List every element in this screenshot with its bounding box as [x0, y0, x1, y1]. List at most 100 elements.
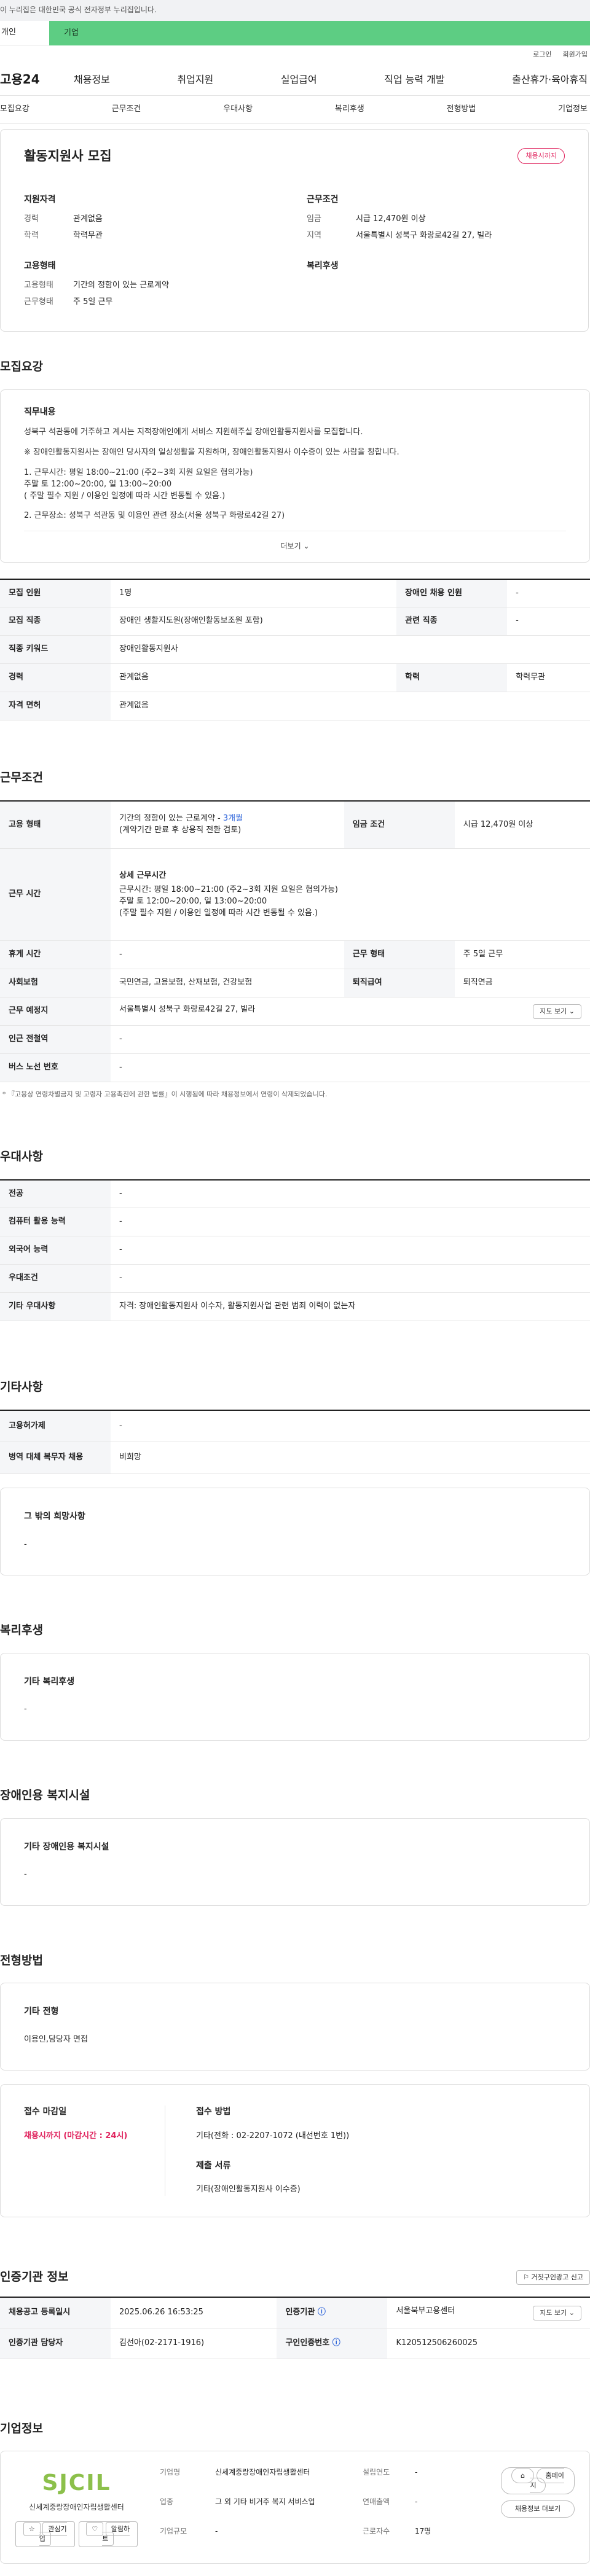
heart-icon: ♡ [86, 2521, 104, 2536]
founded-value: - [415, 2468, 418, 2477]
gnb-item-unemployment[interactable]: 실업급여 [281, 72, 317, 87]
company-name-label: 기업명 [160, 2468, 181, 2477]
agency-label: 인증기관 ⓘ [277, 2297, 388, 2328]
gnb-item-parental-leave[interactable]: 출산휴가·육아휴직 [512, 72, 588, 87]
other-preference-label: 기타 우대사항 [0, 1292, 111, 1322]
chevron-down-icon: ⌄ [568, 2308, 575, 2317]
deadline-value: 채용시까지 (마감시간 : 24시) [24, 2131, 128, 2141]
contract-months: 3개월 [222, 814, 243, 824]
shift-type-value: 주 5일 근무 [454, 940, 590, 970]
facility-card-value: - [24, 1869, 27, 1879]
education-label: 학력 [396, 663, 508, 693]
tab-prefer[interactable]: 우대사항 [223, 104, 253, 115]
insurance-value: 국민연금, 고용보험, 산재보험, 건강보험 [111, 969, 344, 998]
wage-value: 시급 12,470원 이상 [356, 214, 426, 224]
registered-at-label: 채용공고 등록일시 [0, 2297, 111, 2328]
bus-value: - [111, 1053, 590, 1083]
qual-career-label: 경력 [24, 214, 39, 224]
info-icon[interactable]: ⓘ [332, 2338, 340, 2348]
welfare-block: 복리후생 [307, 260, 565, 313]
gov-banner: 이 누리집은 대한민국 공식 전자정부 누리집입니다. [0, 0, 590, 21]
employment-type-note: (계약기간 만료 후 상용직 전환 검토) [119, 825, 242, 835]
duty-text-3: 1. 근무시간: 평일 18:00~21:00 (주2~3회 지원 요일은 협의… [24, 467, 253, 501]
map-view-button[interactable]: 지도 보기 ⌄ [533, 1004, 581, 1019]
work-hours-heading: 상세 근무시간 [119, 871, 167, 881]
more-button[interactable]: 더보기 ⌄ [24, 531, 566, 555]
sales-label: 연매출액 [363, 2497, 390, 2507]
other-preference-value: 자격: 장애인활동지원사 이수자, 활동지원사업 관련 범죄 이력이 없는자 [111, 1292, 590, 1322]
recruit-table: 모집 인원 1명 장애인 채용 인원 - 모집 직종 장애인 생활지도원(장애인… [0, 578, 590, 721]
documents-value: 기타(장애인활동지원사 이수증) [196, 2184, 301, 2194]
education-value: 학력무관 [507, 663, 590, 693]
facility-card-heading: 기타 장애인용 복지시설 [24, 1841, 109, 1852]
join-link[interactable]: 회원가입 [563, 50, 588, 60]
gnb-item-jobs[interactable]: 채용정보 [74, 72, 110, 87]
tab-recruit[interactable]: 모집요강 [0, 104, 30, 115]
job-category-value: 장애인 생활지도원(장애인활동보조원 포함) [111, 607, 397, 636]
gnb-item-employment-support[interactable]: 취업지원 [177, 72, 213, 87]
bus-label: 버스 노선 번호 [0, 1053, 111, 1083]
disabled-count-value: - [507, 579, 590, 608]
job-number-label-text: 구인인증번호 [285, 2338, 330, 2348]
tab-selection[interactable]: 전형방법 [447, 104, 476, 115]
emp-type-value: 기간의 정함이 있는 근로계약 [73, 280, 169, 290]
founded-label: 설립연도 [363, 2468, 390, 2477]
emp-type-label: 고용형태 [24, 280, 53, 290]
other-wish-card: 그 밖의 희망사항 - [0, 1488, 590, 1576]
major-label: 전공 [0, 1179, 111, 1209]
selection-section-title: 전형방법 [0, 1953, 43, 1967]
disabled-count-label: 장애인 채용 인원 [396, 579, 508, 608]
report-fake-ad-button[interactable]: ⚐ 거짓구인광고 신고 [516, 2270, 590, 2285]
homepage-label: 홈페이지 [530, 2468, 564, 2494]
selection-card: 기타 전형 이용인,담당자 면접 [0, 1983, 590, 2071]
qual-edu-label: 학력 [24, 230, 39, 240]
company-jobs-button[interactable]: 채용정보 더보기 [501, 2500, 575, 2518]
tab-personal[interactable]: 개인 [0, 21, 49, 45]
login-link[interactable]: 로그인 [533, 50, 551, 60]
job-number-label: 구인인증번호 ⓘ [277, 2328, 388, 2359]
interest-company-button[interactable]: ☆ 관심기업 [15, 2521, 75, 2547]
agency-map-button[interactable]: 지도 보기 ⌄ [533, 2305, 581, 2320]
region-label: 지역 [307, 230, 321, 240]
method-value: 기타(전화 : 02-2207-1072 (내선번호 1번)) [196, 2131, 350, 2141]
insurance-label: 사회보험 [0, 969, 111, 998]
homepage-button[interactable]: ⌂ 홈페이지 [501, 2467, 575, 2495]
qualification-block: 지원자격 경력 관계없음 학력 학력무관 [24, 193, 282, 246]
license-value: 관계없음 [111, 692, 590, 721]
method-heading: 접수 방법 [196, 2107, 231, 2117]
etc-section-title: 기타사항 [0, 1380, 43, 1394]
agency-section-title: 인증기관 정보 [0, 2270, 69, 2284]
computer-skill-value: - [111, 1208, 590, 1237]
language-label: 외국어 능력 [0, 1236, 111, 1265]
info-icon[interactable]: ⓘ [318, 2308, 326, 2317]
documents-heading: 제출 서류 [196, 2160, 231, 2171]
employment-permit-label: 고용허가제 [0, 1410, 111, 1443]
job-number-value: K120512506260025 [387, 2328, 590, 2359]
preference-value: - [111, 1264, 590, 1294]
map-view-label: 지도 보기 [540, 1007, 567, 1015]
duty-text-4: 2. 근무장소: 성북구 석관동 및 이용인 관련 장소(서울 성북구 화랑로4… [24, 511, 285, 521]
agency-table: 채용공고 등록일시 2025.06.26 16:53:25 인증기관 ⓘ 서울북… [0, 2297, 590, 2359]
employment-heading: 고용형태 [24, 261, 56, 271]
tab-business[interactable]: 기업 [49, 21, 590, 45]
gnb-item-training[interactable]: 직업 능력 개발 [384, 72, 445, 87]
tab-welfare[interactable]: 복리후생 [335, 104, 364, 115]
tab-work[interactable]: 근무조건 [112, 104, 141, 115]
tab-company[interactable]: 기업정보 [558, 104, 588, 115]
break-time-label: 휴게 시간 [0, 940, 111, 970]
company-logo: SJCIL [42, 2470, 111, 2496]
interest-company-label: 관심기업 [39, 2521, 67, 2546]
company-fields: 기업명 신세계중랑장애인자립생활센터 설립연도 - 업종 그 외 기타 비거주 … [138, 2467, 501, 2547]
welfare-section-title: 복리후생 [0, 1623, 43, 1637]
job-title: 활동지원사 모집 [24, 149, 112, 163]
alert-button[interactable]: ♡ 알림하트 [78, 2521, 138, 2547]
major-value: - [111, 1179, 590, 1209]
career-value: 관계없음 [111, 663, 397, 693]
more-label: 더보기 [280, 542, 301, 551]
site-logo[interactable]: 고용24 [0, 71, 74, 88]
facility-section-title: 장애인용 복지시설 [0, 1789, 90, 1803]
age-footnote: * 『고용상 연령차별금지 및 고령자 고용촉진에 관한 법률』이 시행됨에 따… [2, 1090, 328, 1099]
section-tabs: 모집요강 근무조건 우대사항 복리후생 전형방법 기업정보 [0, 96, 590, 124]
gov-banner-text: 이 누리집은 대한민국 공식 전자정부 누리집입니다. [0, 6, 157, 15]
agency-map-label: 지도 보기 [540, 2308, 567, 2317]
